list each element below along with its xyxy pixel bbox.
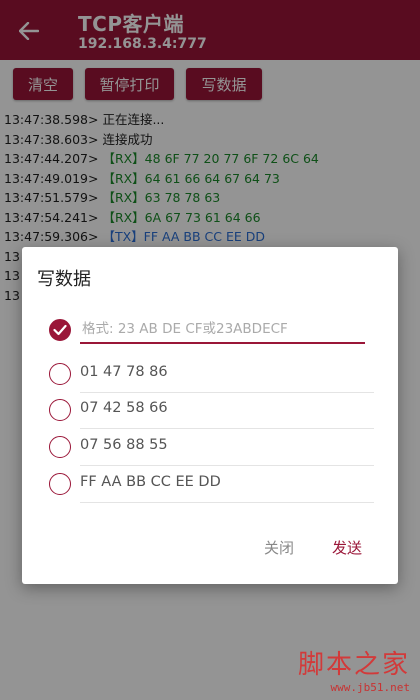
option-row[interactable]: 01 47 78 86 xyxy=(48,357,374,393)
watermark-title: 脚本之家 xyxy=(297,650,410,680)
option-radio[interactable] xyxy=(49,436,71,458)
custom-input-row xyxy=(48,313,374,349)
write-data-dialog: 写数据 01 47 78 86 07 42 58 66 07 56 88 55 … xyxy=(22,247,398,584)
watermark-url: www.jb51.net xyxy=(330,681,410,694)
option-row[interactable]: 07 42 58 66 xyxy=(48,393,374,429)
option-radio[interactable] xyxy=(49,473,71,495)
divider xyxy=(80,428,374,429)
divider xyxy=(80,465,374,466)
site-watermark: 脚本之家 www.jb51.net xyxy=(298,644,410,694)
option-label: 07 56 88 55 xyxy=(80,437,168,453)
divider xyxy=(80,502,374,503)
option-row[interactable]: FF AA BB CC EE DD xyxy=(48,467,374,503)
hex-data-input[interactable] xyxy=(80,316,365,344)
option-radio[interactable] xyxy=(49,399,71,421)
option-radio[interactable] xyxy=(49,363,71,385)
send-button[interactable]: 发送 xyxy=(332,537,362,558)
close-button[interactable]: 关闭 xyxy=(264,537,294,558)
option-label: 07 42 58 66 xyxy=(80,400,168,416)
option-label: 01 47 78 86 xyxy=(80,364,168,380)
option-row[interactable]: 07 56 88 55 xyxy=(48,430,374,466)
dialog-title: 写数据 xyxy=(37,269,91,290)
check-icon xyxy=(53,324,67,336)
custom-input-radio[interactable] xyxy=(49,319,71,341)
option-label: FF AA BB CC EE DD xyxy=(80,474,221,490)
